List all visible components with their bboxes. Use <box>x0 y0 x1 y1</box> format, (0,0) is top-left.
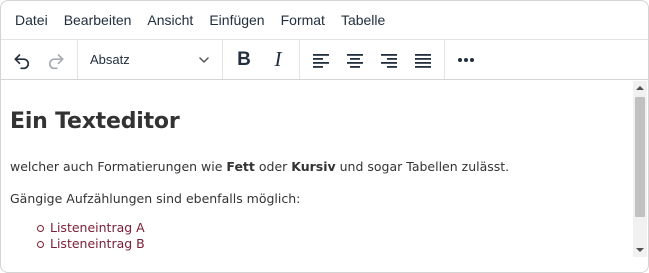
content-paragraph-2: Gängige Aufzählungen sind ebenfalls mögl… <box>10 191 301 206</box>
align-left-button[interactable] <box>304 43 338 77</box>
scroll-down-button[interactable] <box>633 243 647 257</box>
scroll-down-icon <box>636 248 644 252</box>
list-item: Listeneintrag B <box>37 236 624 252</box>
align-justify-button[interactable] <box>406 43 440 77</box>
menu-ansicht[interactable]: Ansicht <box>139 1 201 40</box>
align-justify-icon <box>415 53 431 68</box>
undo-icon <box>14 53 30 69</box>
history-group <box>1 40 78 79</box>
italic-icon: I <box>274 47 282 71</box>
align-left-icon <box>313 53 329 68</box>
para1-text-2: oder <box>254 159 292 174</box>
menu-tabelle[interactable]: Tabelle <box>333 1 393 40</box>
more-button[interactable] <box>449 43 483 77</box>
bold-button[interactable]: B <box>227 43 261 77</box>
menu-format[interactable]: Format <box>273 1 333 40</box>
more-group <box>445 40 487 79</box>
rich-text-editor: Datei Bearbeiten Ansicht Einfügen Format… <box>0 0 649 273</box>
block-format-value: Absatz <box>90 52 130 67</box>
scroll-thumb[interactable] <box>635 97 645 217</box>
menu-einfuegen[interactable]: Einfügen <box>201 1 272 40</box>
block-format-group: Absatz <box>78 40 223 79</box>
undo-button[interactable] <box>5 43 39 77</box>
para1-bold-fett: Fett <box>226 159 255 174</box>
content-heading: Ein Texteditor <box>10 109 180 134</box>
align-right-icon <box>381 53 397 68</box>
menu-bearbeiten[interactable]: Bearbeiten <box>56 1 140 40</box>
align-right-button[interactable] <box>372 43 406 77</box>
editor-content[interactable]: Ein Texteditor welcher auch Formatierung… <box>1 81 633 272</box>
para1-text-3: und sogar Tabellen zulässt. <box>335 159 510 174</box>
alignment-group <box>300 40 445 79</box>
align-center-icon <box>347 53 363 68</box>
para1-bold-kursiv: Kursiv <box>291 159 336 174</box>
bold-icon: B <box>237 48 251 70</box>
more-icon <box>458 57 474 62</box>
redo-button[interactable] <box>39 43 73 77</box>
scroll-up-icon <box>636 86 644 90</box>
content-paragraph-1: welcher auch Formatierungen wie Fett ode… <box>10 159 624 175</box>
redo-icon <box>48 53 64 69</box>
list-item: Listeneintrag A <box>37 220 624 236</box>
menubar: Datei Bearbeiten Ansicht Einfügen Format… <box>1 1 648 40</box>
menu-datei[interactable]: Datei <box>7 1 56 40</box>
vertical-scrollbar[interactable] <box>633 81 647 257</box>
text-style-group: B I <box>223 40 300 79</box>
block-format-select[interactable]: Absatz <box>82 43 218 77</box>
italic-button[interactable]: I <box>261 43 295 77</box>
toolbar: Absatz B I <box>1 40 648 80</box>
align-center-button[interactable] <box>338 43 372 77</box>
bullet-list: Listeneintrag A Listeneintrag B <box>10 220 624 252</box>
scroll-up-button[interactable] <box>633 81 647 95</box>
chevron-down-icon <box>199 56 209 63</box>
para1-text-1: welcher auch Formatierungen wie <box>10 159 227 174</box>
